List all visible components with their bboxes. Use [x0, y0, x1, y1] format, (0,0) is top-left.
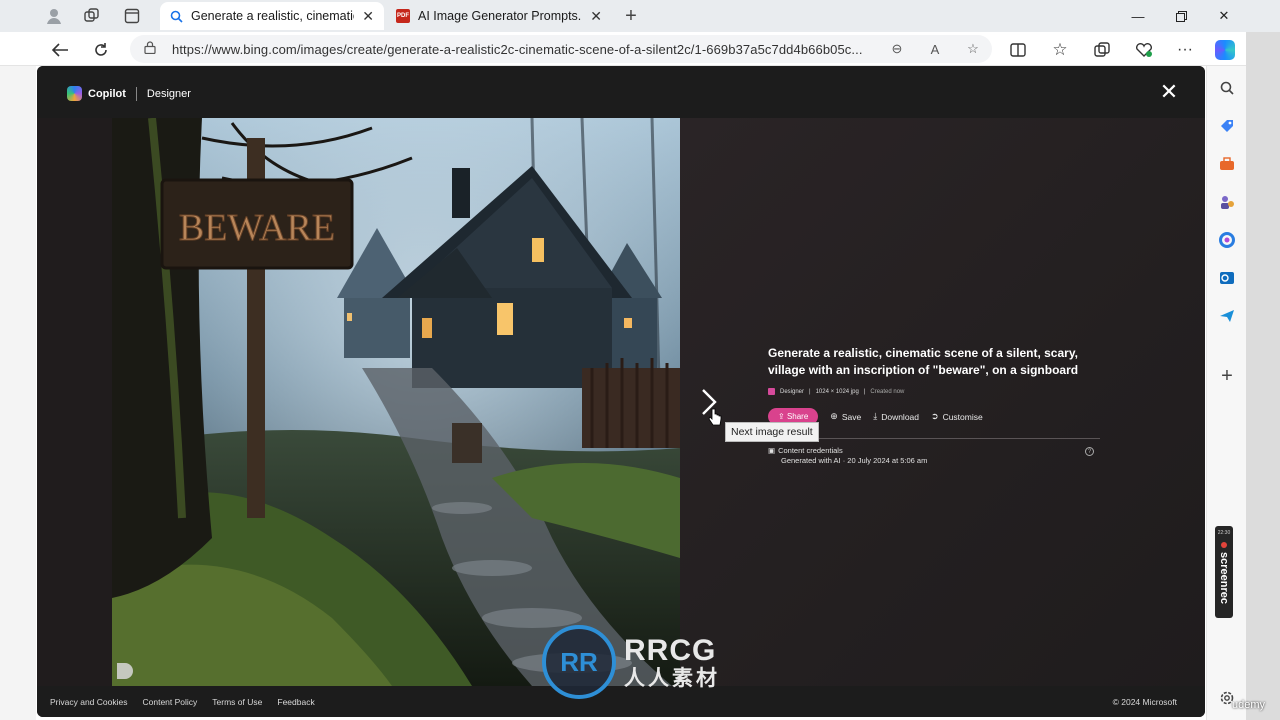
- signboard-text: BEWARE: [179, 207, 335, 249]
- tab-bing-create[interactable]: Generate a realistic, cinematic sc ✕: [160, 2, 384, 30]
- add-sidebar-app-icon[interactable]: +: [1217, 365, 1237, 387]
- footer-link-content-policy[interactable]: Content Policy: [142, 697, 197, 707]
- share-icon: ⇪: [778, 412, 787, 421]
- browser-essentials-icon[interactable]: [1132, 38, 1156, 62]
- brand: Copilot Designer: [67, 86, 191, 101]
- modal-header: Copilot Designer ✕: [37, 66, 1205, 118]
- back-icon[interactable]: [48, 38, 72, 62]
- udemy-watermark: udemy: [1232, 699, 1266, 711]
- watermark-line1: RRCG: [624, 633, 717, 667]
- credentials-detail: Generated with AI · 20 July 2024 at 5:06…: [781, 456, 928, 465]
- download-button[interactable]: ⤓ Download: [873, 411, 919, 422]
- save-button[interactable]: ⊕ Save: [830, 411, 861, 422]
- details-panel: [680, 118, 1205, 686]
- next-image-tooltip: Next image result: [725, 422, 819, 442]
- close-modal-icon[interactable]: ✕: [1159, 81, 1179, 103]
- watermark-line2: 人人素材: [624, 666, 720, 690]
- footer-link-feedback[interactable]: Feedback: [277, 697, 314, 707]
- save-label: Save: [841, 411, 862, 422]
- send-icon[interactable]: [1217, 306, 1237, 326]
- refresh-icon[interactable]: [89, 38, 113, 62]
- favorites-icon[interactable]: ☆: [1048, 38, 1072, 62]
- minimize-icon[interactable]: —: [1123, 4, 1153, 28]
- favorite-star-icon[interactable]: ☆: [954, 41, 992, 57]
- footer-link-privacy[interactable]: Privacy and Cookies: [50, 697, 127, 707]
- footer-copyright: © 2024 Microsoft: [1112, 696, 1177, 707]
- collections-icon[interactable]: [1090, 38, 1114, 62]
- rrcg-watermark: RR RRCG 人人素材: [542, 625, 720, 699]
- shopping-tag-icon[interactable]: [1217, 116, 1237, 136]
- tab-pdf[interactable]: PDF AI Image Generator Prompts.pdf ✕: [386, 2, 612, 30]
- save-icon: ⊕: [830, 411, 838, 421]
- brand-separator: [135, 86, 137, 101]
- download-label: Download: [881, 411, 920, 422]
- tab-label: AI Image Generator Prompts.pdf: [418, 9, 583, 23]
- info-icon[interactable]: ?: [1085, 447, 1094, 456]
- screenrec-widget[interactable]: 22:30 screenrec: [1215, 526, 1233, 618]
- tab-actions-icon[interactable]: [122, 6, 142, 26]
- screenrec-label: screenrec: [1218, 552, 1230, 604]
- designer-watermark-icon: [117, 663, 133, 679]
- page-left-margin: [0, 66, 36, 720]
- zoom-icon[interactable]: ⊖: [878, 41, 916, 57]
- microsoft-365-icon[interactable]: [1217, 230, 1237, 250]
- designer-icon: [768, 388, 775, 395]
- copilot-icon[interactable]: [1213, 38, 1237, 62]
- close-window-icon[interactable]: ✕: [1209, 4, 1239, 28]
- designer-modal: Copilot Designer ✕ BEWARE Generate a rea…: [37, 66, 1205, 717]
- meta-source: Designer: [780, 388, 805, 395]
- hand-cursor-icon: [708, 408, 722, 426]
- rrcg-logo-icon: RR: [542, 625, 616, 699]
- more-options-icon[interactable]: ···: [1173, 38, 1197, 62]
- browser-toolbar: https://www.bing.com/images/create/gener…: [0, 32, 1280, 66]
- app-name: Designer: [146, 87, 191, 100]
- games-icon[interactable]: [1217, 192, 1237, 212]
- tools-briefcase-icon[interactable]: [1217, 154, 1237, 174]
- image-meta: Designer | 1024 × 1024 jpg | Created now: [768, 388, 904, 395]
- customise-button[interactable]: ➲ Customise: [931, 411, 983, 422]
- new-tab-icon[interactable]: +: [621, 5, 641, 27]
- close-tab-icon[interactable]: ✕: [362, 8, 374, 25]
- credentials-title: Content credentials: [778, 446, 843, 455]
- generated-image[interactable]: BEWARE: [112, 118, 680, 686]
- footer-link-terms[interactable]: Terms of Use: [212, 697, 262, 707]
- customise-icon: ➲: [931, 411, 939, 421]
- record-dot-icon: [1221, 542, 1227, 548]
- search-icon: [170, 10, 183, 23]
- customise-label: Customise: [942, 411, 983, 422]
- restore-icon[interactable]: [1166, 4, 1196, 28]
- profile-icon[interactable]: [44, 6, 64, 26]
- read-aloud-icon[interactable]: A: [916, 42, 954, 57]
- prompt-title: Generate a realistic, cinematic scene of…: [768, 346, 1079, 377]
- lock-icon[interactable]: [144, 41, 158, 57]
- pdf-icon: PDF: [396, 9, 410, 23]
- workspaces-icon[interactable]: [82, 6, 102, 26]
- url-text: https://www.bing.com/images/create/gener…: [172, 41, 863, 57]
- product-name: Copilot: [88, 87, 126, 100]
- tab-label: Generate a realistic, cinematic sc: [191, 9, 355, 23]
- edge-sidebar: +: [1206, 66, 1246, 720]
- screenrec-time: 22:30: [1217, 530, 1231, 536]
- credentials-icon: ▣: [768, 446, 776, 455]
- content-credentials: ▣ Content credentials Generated with AI …: [768, 446, 927, 466]
- split-screen-icon[interactable]: [1006, 38, 1030, 62]
- browser-tab-bar: Generate a realistic, cinematic sc ✕ PDF…: [0, 0, 1280, 32]
- screen-right-margin: [1246, 32, 1280, 720]
- close-tab-icon[interactable]: ✕: [590, 8, 602, 25]
- copilot-logo-icon: [67, 86, 82, 101]
- meta-created: Created now: [870, 388, 905, 395]
- outlook-icon[interactable]: [1217, 268, 1237, 288]
- search-icon[interactable]: [1217, 78, 1237, 98]
- meta-dimensions: 1024 × 1024 jpg: [815, 388, 859, 395]
- address-bar[interactable]: https://www.bing.com/images/create/gener…: [130, 35, 992, 63]
- download-icon: ⤓: [873, 411, 878, 421]
